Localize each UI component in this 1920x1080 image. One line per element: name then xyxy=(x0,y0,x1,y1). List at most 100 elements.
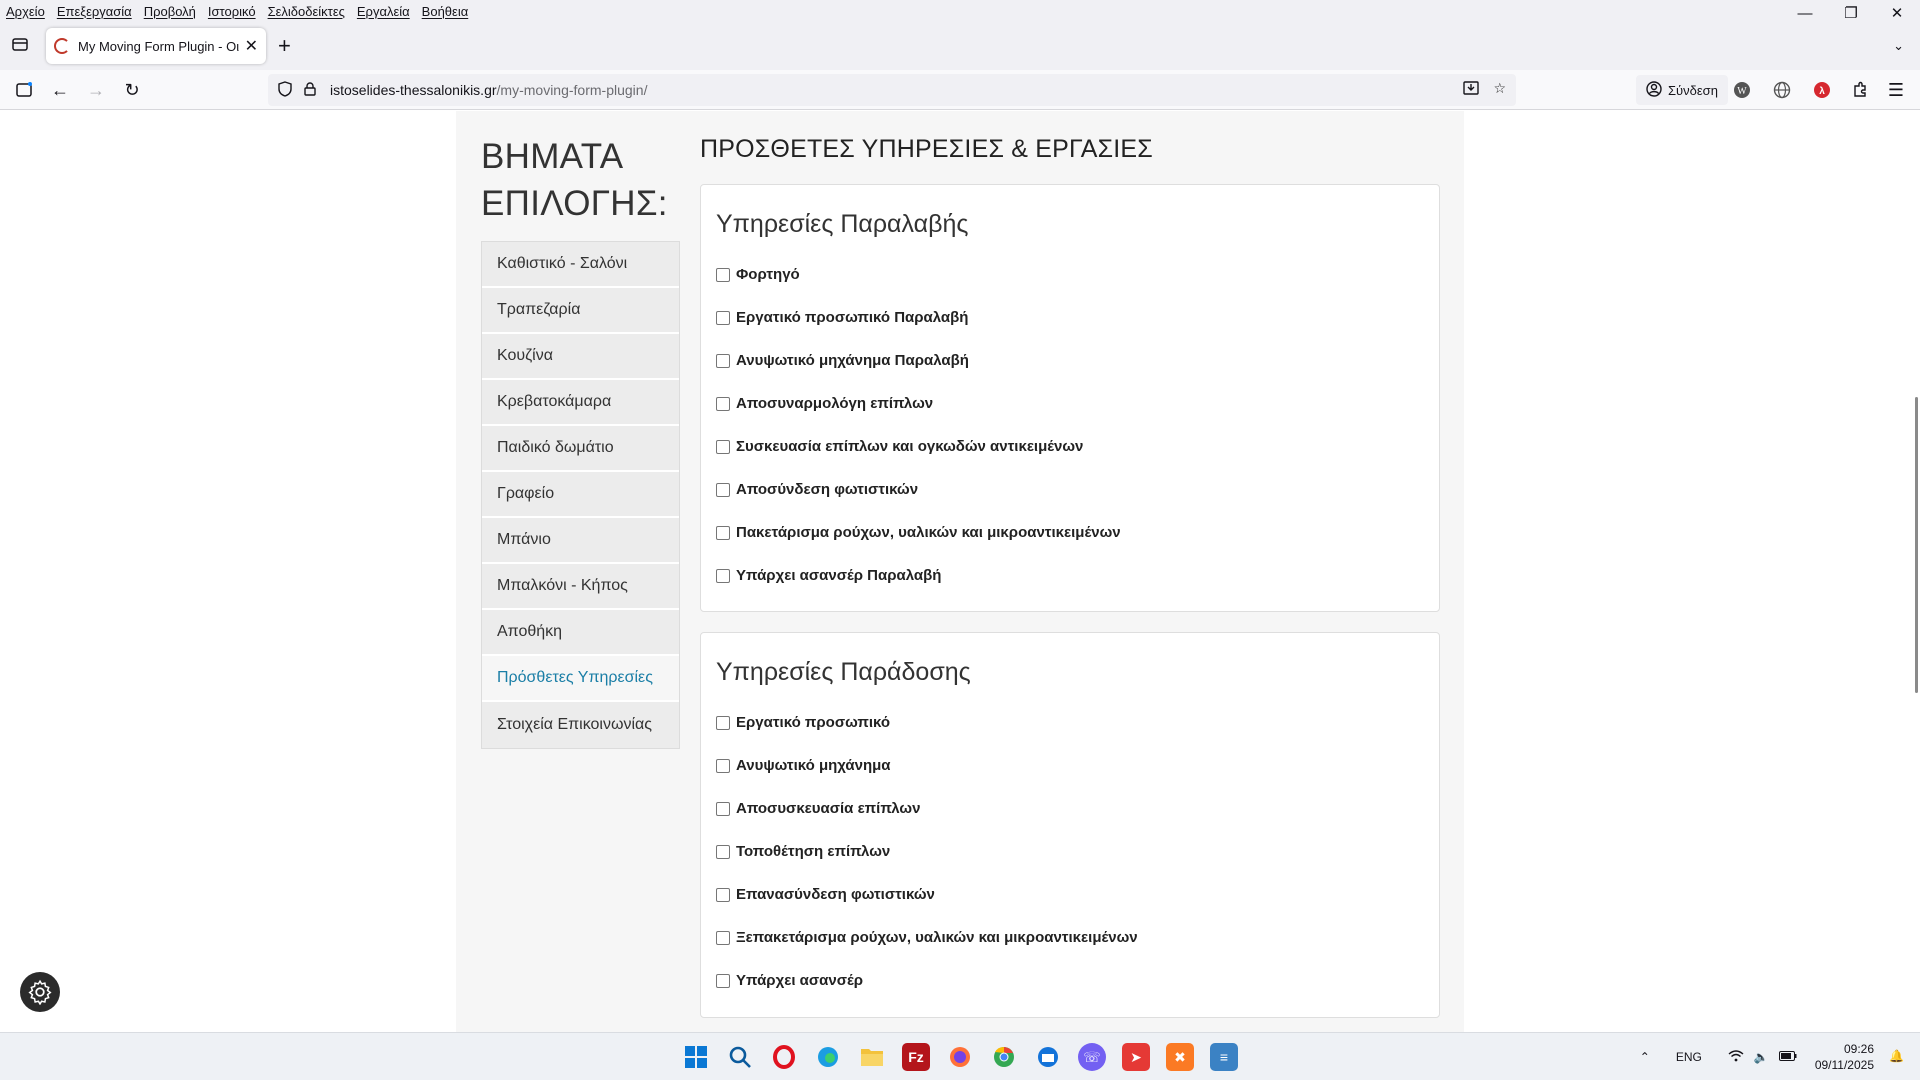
new-tab-icon[interactable]: + xyxy=(278,35,291,57)
thunderbird-icon[interactable] xyxy=(1034,1043,1062,1071)
clock-date: 09/11/2025 xyxy=(1814,1058,1874,1072)
gear-icon xyxy=(28,979,52,1005)
anydesk-icon[interactable]: ➤ xyxy=(1122,1043,1150,1071)
wordpress-extension-icon[interactable]: W xyxy=(1730,78,1754,102)
page-scrollbar[interactable] xyxy=(1915,397,1918,693)
step-office[interactable]: Γραφείο xyxy=(482,472,679,518)
pickup-option-elevator[interactable]: Υπάρχει ασανσέρ Παραλαβή xyxy=(716,567,941,584)
checkbox[interactable] xyxy=(716,887,730,902)
menu-edit[interactable]: Επεξεργασία xyxy=(51,4,138,19)
checkbox[interactable] xyxy=(716,310,730,325)
option-label: Ανυψωτικό μηχάνημα xyxy=(736,757,891,774)
clock[interactable]: 09:26 09/11/2025 xyxy=(1815,1041,1874,1073)
checkbox[interactable] xyxy=(716,525,730,540)
step-contact-info[interactable]: Στοιχεία Επικοινωνίας xyxy=(482,702,679,748)
browser-tab[interactable]: My Moving Form Plugin - Οικι ✕ xyxy=(46,28,266,64)
delivery-option-unpacking-furniture[interactable]: Αποσυσκευασία επίπλων xyxy=(716,800,920,817)
checkbox[interactable] xyxy=(716,715,730,730)
opera-icon[interactable] xyxy=(770,1043,798,1071)
filezilla-icon[interactable]: Fz xyxy=(902,1043,930,1071)
delivery-option-elevator[interactable]: Υπάρχει ασανσέρ xyxy=(716,972,863,989)
pickup-option-disassembly[interactable]: Αποσυναρμολόγη επίπλων xyxy=(716,395,933,412)
checkbox[interactable] xyxy=(716,267,730,282)
step-bedroom[interactable]: Κρεβατοκάμαρα xyxy=(482,380,679,426)
pickup-option-disconnect-lights[interactable]: Αποσύνδεση φωτιστικών xyxy=(716,481,918,498)
search-icon[interactable] xyxy=(726,1043,754,1071)
menu-help[interactable]: Βοήθεια xyxy=(416,4,475,19)
firefox-icon[interactable] xyxy=(946,1043,974,1071)
option-label: Αποσυναρμολόγη επίπλων xyxy=(736,395,934,412)
pickup-option-packing-clothes[interactable]: Πακετάρισμα ρούχων, υαλικών και μικροαντ… xyxy=(716,524,1121,541)
red-extension-icon[interactable]: λ xyxy=(1810,78,1834,102)
step-storage[interactable]: Αποθήκη xyxy=(482,610,679,656)
delivery-option-reconnect-lights[interactable]: Επανασύνδεση φωτιστικών xyxy=(716,886,935,903)
address-bar[interactable]: istoselides-thessalonikis.gr/my-moving-f… xyxy=(268,74,1516,106)
forward-arrow-icon[interactable]: → xyxy=(84,78,108,102)
checkbox[interactable] xyxy=(716,930,730,945)
checkbox[interactable] xyxy=(716,801,730,816)
hamburger-menu-icon[interactable]: ☰ xyxy=(1884,78,1908,102)
save-page-icon[interactable] xyxy=(1463,80,1480,99)
xampp-icon[interactable]: ✖ xyxy=(1166,1043,1194,1071)
step-additional-services[interactable]: Πρόσθετες Υπηρεσίες xyxy=(482,656,679,702)
delivery-option-placement[interactable]: Τοποθέτηση επίπλων xyxy=(716,843,890,860)
option-label: Επανασύνδεση φωτιστικών xyxy=(736,886,935,903)
delivery-option-lift[interactable]: Ανυψωτικό μηχάνημα xyxy=(716,757,891,774)
windows-start-icon[interactable] xyxy=(682,1043,710,1071)
language-indicator[interactable]: ENG xyxy=(1676,1050,1702,1064)
notepad-icon[interactable]: ≡ xyxy=(1210,1043,1238,1071)
back-arrow-icon[interactable]: ← xyxy=(48,78,72,102)
signin-button[interactable]: Σύνδεση xyxy=(1636,75,1728,105)
step-dining-room[interactable]: Τραπεζαρία xyxy=(482,288,679,334)
chevron-down-icon[interactable]: ⌄ xyxy=(1893,38,1904,54)
step-balcony-garden[interactable]: Μπαλκόνι - Κήπος xyxy=(482,564,679,610)
delivery-option-unpacking-clothes[interactable]: Ξεπακετάρισμα ρούχων, υαλικών και μικροα… xyxy=(716,929,1138,946)
pickup-option-staff[interactable]: Εργατικό προσωπικό Παραλαβή xyxy=(716,309,968,326)
step-kids-room[interactable]: Παιδικό δωμάτιο xyxy=(482,426,679,472)
checkbox[interactable] xyxy=(716,973,730,988)
checkbox[interactable] xyxy=(716,396,730,411)
menu-tools[interactable]: Εργαλεία xyxy=(351,4,416,19)
pickup-option-lift[interactable]: Ανυψωτικό μηχάνημα Παραλαβή xyxy=(716,352,969,369)
account-icon xyxy=(1646,80,1662,100)
tab-list-icon[interactable] xyxy=(8,32,32,56)
step-kitchen[interactable]: Κουζίνα xyxy=(482,334,679,380)
close-tab-icon[interactable]: ✕ xyxy=(245,36,258,56)
battery-icon[interactable] xyxy=(1778,1050,1797,1064)
checkbox[interactable] xyxy=(716,353,730,368)
menu-history[interactable]: Ιστορικό xyxy=(202,4,262,19)
option-label: Πακετάρισμα ρούχων, υαλικών και μικροαντ… xyxy=(736,524,1121,541)
file-explorer-icon[interactable] xyxy=(858,1043,886,1071)
checkbox[interactable] xyxy=(716,439,730,454)
menu-view[interactable]: Προβολή xyxy=(138,4,202,19)
extensions-puzzle-icon[interactable] xyxy=(1848,78,1872,102)
checkbox[interactable] xyxy=(716,758,730,773)
bookmark-star-icon[interactable]: ☆ xyxy=(1493,80,1506,99)
viber-icon[interactable]: ☏ xyxy=(1078,1043,1106,1071)
edge-icon[interactable] xyxy=(814,1043,842,1071)
step-bathroom[interactable]: Μπάνιο xyxy=(482,518,679,564)
chrome-icon[interactable] xyxy=(990,1043,1018,1071)
option-label: Τοποθέτηση επίπλων xyxy=(736,843,891,860)
chevron-up-icon[interactable]: ⌃ xyxy=(1640,1050,1650,1064)
sidebar-toggle-icon[interactable] xyxy=(12,78,36,102)
menu-file[interactable]: Αρχείο xyxy=(0,4,51,19)
notification-bell-icon[interactable]: 🔔 xyxy=(1889,1049,1904,1063)
pickup-option-truck[interactable]: Φορτηγό xyxy=(716,266,800,283)
checkbox[interactable] xyxy=(716,568,730,583)
lock-icon[interactable] xyxy=(304,81,322,99)
globe-extension-icon[interactable] xyxy=(1770,78,1794,102)
wifi-icon[interactable] xyxy=(1728,1049,1744,1065)
menu-bookmarks[interactable]: Σελιδοδείκτες xyxy=(262,4,351,19)
shield-icon[interactable] xyxy=(278,80,296,100)
checkbox[interactable] xyxy=(716,844,730,859)
accessibility-settings-button[interactable] xyxy=(20,972,60,1012)
speaker-icon[interactable]: 🔈 xyxy=(1754,1050,1769,1064)
checkbox[interactable] xyxy=(716,482,730,497)
url-host: istoselides-thessalonikis.gr xyxy=(330,82,497,98)
option-label: Συσκευασία επίπλων και ογκωδών αντικειμέ… xyxy=(736,438,1084,455)
step-living-room[interactable]: Καθιστικό - Σαλόνι xyxy=(482,242,679,288)
delivery-option-staff[interactable]: Εργατικό προσωπικό xyxy=(716,714,890,731)
pickup-option-packing-furniture[interactable]: Συσκευασία επίπλων και ογκωδών αντικειμέ… xyxy=(716,438,1083,455)
reload-icon[interactable]: ↻ xyxy=(120,78,144,102)
